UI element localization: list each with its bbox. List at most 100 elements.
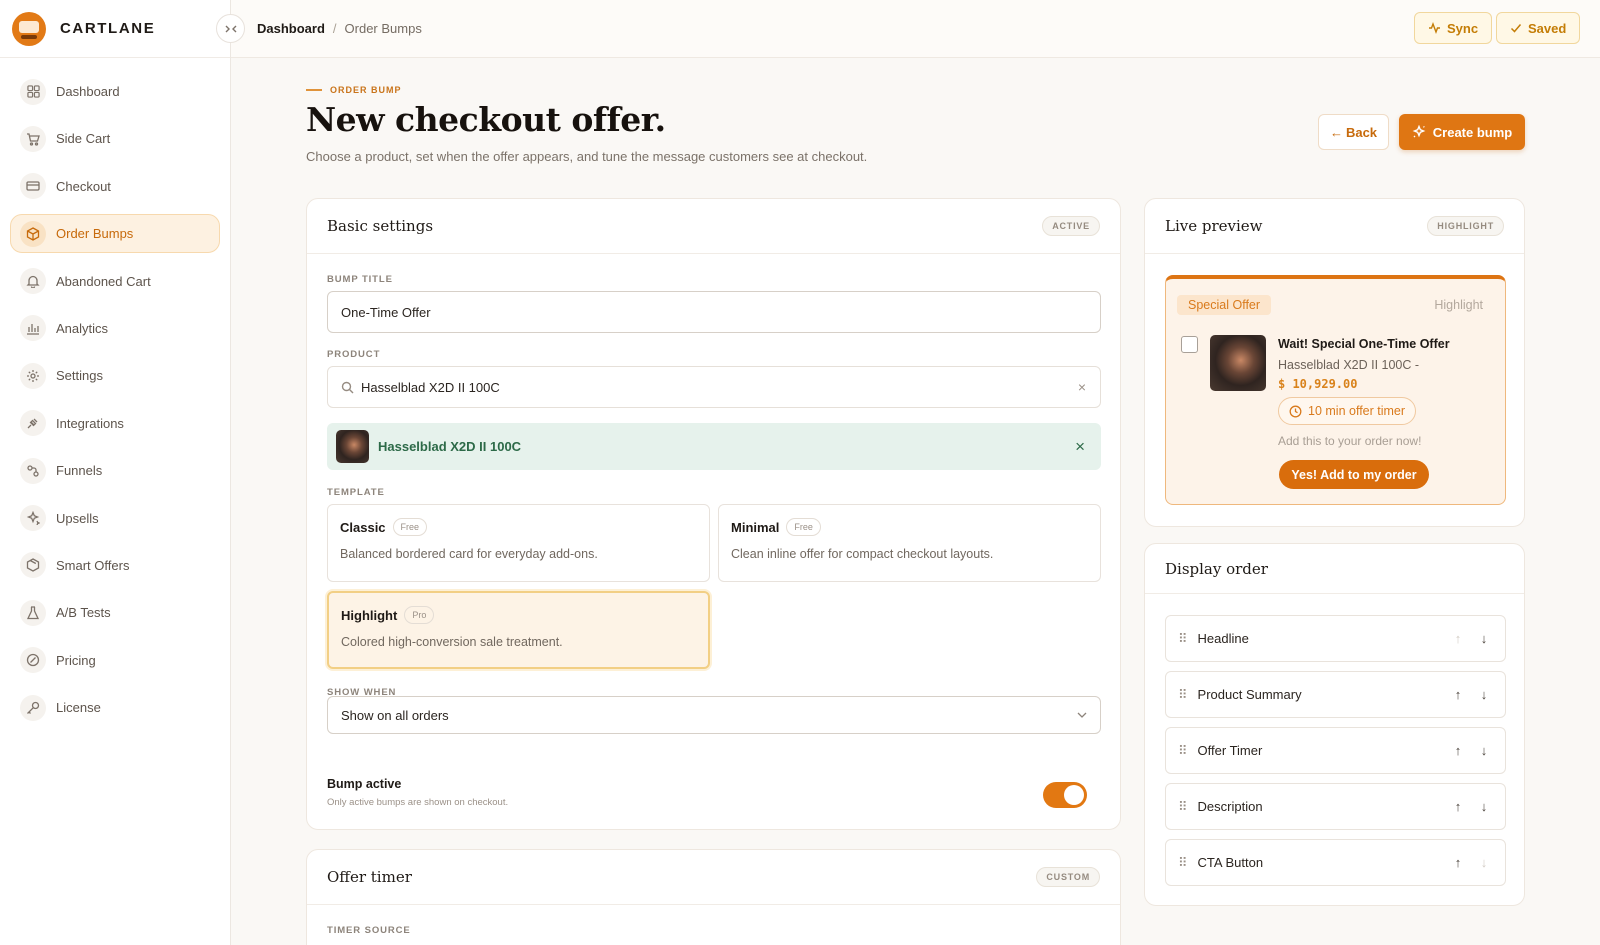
saved-button[interactable]: Saved <box>1496 12 1581 44</box>
field-label: PRODUCT <box>327 349 381 360</box>
basic-settings-card: Basic settings ACTIVE BUMP TITLE One-Tim… <box>306 198 1121 830</box>
preview-cta-button[interactable]: Yes! Add to my order <box>1279 460 1429 489</box>
eyebrow-label: ORDER BUMP <box>330 85 402 95</box>
saved-label: Saved <box>1528 20 1567 36</box>
sidebar-item-pricing[interactable]: Pricing <box>10 641 220 680</box>
remove-product-icon[interactable]: × <box>1075 437 1085 457</box>
sidebar-item-order-bumps[interactable]: Order Bumps <box>10 214 220 254</box>
move-up-icon[interactable]: ↑ <box>1445 799 1471 814</box>
show-when-select[interactable]: Show on all orders <box>327 696 1101 734</box>
sidebar-item-abandoned-cart[interactable]: Abandoned Cart <box>10 262 220 301</box>
display-order-label: Headline <box>1197 631 1249 646</box>
template-name: Highlight <box>341 607 398 623</box>
sidebar-item-funnels[interactable]: Funnels <box>10 451 220 490</box>
template-name: Minimal <box>731 519 780 535</box>
card-header: Offer timer CUSTOM <box>307 850 1120 905</box>
flask-icon <box>20 599 46 626</box>
arrow-left-icon: ← <box>1329 124 1343 140</box>
sync-label: Sync <box>1447 20 1479 36</box>
display-order-label: Offer Timer <box>1197 743 1263 758</box>
field-label: TIMER SOURCE <box>327 925 411 936</box>
move-down-icon[interactable]: ↓ <box>1471 799 1497 814</box>
template-highlight[interactable]: Highlight Pro Colored high-conversion sal… <box>327 591 710 669</box>
move-down-icon[interactable]: ↓ <box>1471 631 1497 646</box>
move-up-icon[interactable]: ↑ <box>1445 631 1471 646</box>
drag-handle-icon[interactable]: ⠿ <box>1178 799 1188 815</box>
display-order-item[interactable]: ⠿ Description ↑ ↓ <box>1165 783 1506 830</box>
sidebar-item-integrations[interactable]: Integrations <box>10 404 220 443</box>
plug-icon <box>20 410 46 437</box>
sidebar-item-label: License <box>56 700 101 716</box>
bell-icon <box>20 268 46 295</box>
eyebrow-line <box>306 89 322 91</box>
card-header: Live preview HIGHLIGHT <box>1145 199 1524 254</box>
sidebar-item-analytics[interactable]: Analytics <box>10 309 220 348</box>
brand-row: CARTLANE <box>0 0 230 58</box>
page-title: New checkout offer. <box>306 100 666 139</box>
sync-button[interactable]: Sync <box>1414 12 1493 44</box>
bump-active-toggle[interactable] <box>1043 782 1087 808</box>
activity-icon <box>1429 22 1440 34</box>
clock-icon <box>1289 405 1302 417</box>
move-down-icon[interactable]: ↓ <box>1471 855 1497 870</box>
move-up-icon[interactable]: ↑ <box>1445 743 1471 758</box>
template-classic[interactable]: Classic Free Balanced bordered card for e… <box>327 504 710 582</box>
preview-product-name: Hasselblad X2D II 100C - <box>1278 358 1420 372</box>
template-name: Classic <box>340 519 386 535</box>
display-order-label: Product Summary <box>1197 687 1302 702</box>
sidebar-item-upsells[interactable]: Upsells <box>10 499 220 538</box>
breadcrumb-dashboard[interactable]: Dashboard <box>257 21 325 36</box>
preview-product-image <box>1210 335 1266 391</box>
sidebar: CARTLANE Dashboard Side Cart Checkout Or… <box>0 0 231 945</box>
package-icon <box>20 552 46 579</box>
drag-handle-icon[interactable]: ⠿ <box>1178 631 1188 647</box>
clear-icon[interactable]: × <box>1078 379 1086 395</box>
sidebar-item-checkout[interactable]: Checkout <box>10 167 220 206</box>
template-minimal[interactable]: Minimal Free Clean inline offer for compa… <box>718 504 1101 582</box>
status-badge: CUSTOM <box>1036 867 1100 887</box>
drag-handle-icon[interactable]: ⠿ <box>1178 687 1188 703</box>
bump-title-input[interactable]: One-Time Offer <box>327 291 1101 333</box>
preview-checkbox[interactable] <box>1181 336 1198 353</box>
collapse-icon <box>225 25 236 32</box>
back-button[interactable]: ← Back <box>1318 114 1389 150</box>
move-down-icon[interactable]: ↓ <box>1471 743 1497 758</box>
topbar: Dashboard / Order Bumps Sync Saved <box>231 0 1600 58</box>
create-bump-button[interactable]: Create bump <box>1399 114 1525 150</box>
sidebar-item-ab-tests[interactable]: A/B Tests <box>10 593 220 632</box>
selected-product-chip: Hasselblad X2D II 100C × <box>327 423 1101 470</box>
template-desc: Colored high-conversion sale treatment. <box>341 635 563 649</box>
logo-icon <box>12 11 46 46</box>
collapse-sidebar-button[interactable] <box>216 14 245 43</box>
sidebar-item-settings[interactable]: Settings <box>10 356 220 395</box>
display-order-item[interactable]: ⠿ Product Summary ↑ ↓ <box>1165 671 1506 718</box>
sidebar-item-smart-offers[interactable]: Smart Offers <box>10 546 220 585</box>
display-order-item[interactable]: ⠿ Offer Timer ↑ ↓ <box>1165 727 1506 774</box>
product-search-input[interactable]: Hasselblad X2D II 100C × <box>327 366 1101 408</box>
move-up-icon[interactable]: ↑ <box>1445 687 1471 702</box>
move-up-icon[interactable]: ↑ <box>1445 855 1471 870</box>
preview-headline: Wait! Special One-Time Offer <box>1278 337 1450 351</box>
sidebar-item-label: Funnels <box>56 463 103 479</box>
box-icon <box>20 220 46 247</box>
breadcrumb-separator: / <box>332 21 337 36</box>
sidebar-nav: Dashboard Side Cart Checkout Order Bumps… <box>10 72 220 735</box>
sidebar-item-license[interactable]: License <box>10 688 220 727</box>
gear-icon <box>20 362 46 389</box>
display-order-item[interactable]: ⠿ Headline ↑ ↓ <box>1165 615 1506 662</box>
drag-handle-icon[interactable]: ⠿ <box>1178 855 1188 871</box>
display-order-item[interactable]: ⠿ CTA Button ↑ ↓ <box>1165 839 1506 886</box>
card-title: Offer timer <box>327 868 412 886</box>
breadcrumb-current: Order Bumps <box>344 21 422 36</box>
sidebar-item-dashboard[interactable]: Dashboard <box>10 72 220 111</box>
sidebar-item-label: Dashboard <box>56 84 120 99</box>
move-down-icon[interactable]: ↓ <box>1471 687 1497 702</box>
sidebar-item-side-cart[interactable]: Side Cart <box>10 119 220 158</box>
template-desc: Clean inline offer for compact checkout … <box>731 547 994 561</box>
field-label: TEMPLATE <box>327 487 385 498</box>
card-title: Live preview <box>1165 217 1263 235</box>
drag-handle-icon[interactable]: ⠿ <box>1178 743 1188 759</box>
sidebar-item-label: A/B Tests <box>56 605 111 621</box>
search-icon <box>341 381 354 393</box>
template-badge: Free <box>786 518 821 536</box>
